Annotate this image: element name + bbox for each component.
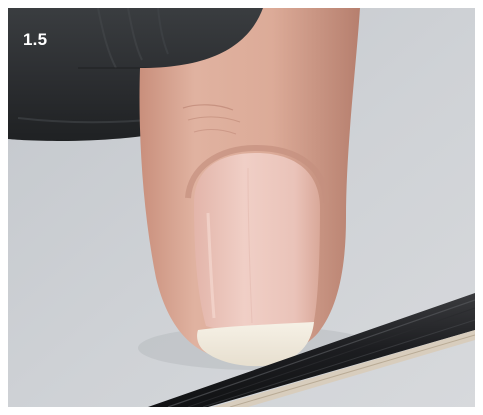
manicure-photo [8,8,475,407]
image-frame: 1.5 [0,0,483,415]
fingernail [194,153,320,367]
step-number-label: 1.5 [23,30,48,49]
manicure-photo-illustration [8,8,475,407]
